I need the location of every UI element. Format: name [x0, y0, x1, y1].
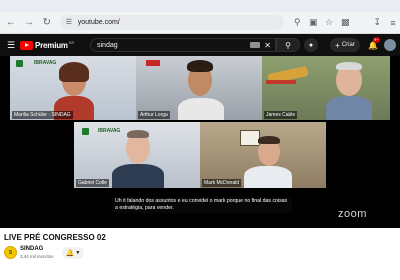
downloads-icon[interactable]: ↧	[370, 16, 384, 30]
clear-search-icon[interactable]: ✕	[264, 41, 271, 50]
channel-name[interactable]: SINDAG	[20, 246, 43, 252]
org-logo-text: IBRAVAG	[98, 128, 121, 134]
forward-icon[interactable]: →	[22, 16, 36, 30]
participant-hair	[187, 60, 213, 72]
participant-name-tag: Marilia Schüler - SINDAG	[12, 111, 73, 119]
hamburger-menu-icon[interactable]: ☰	[4, 40, 18, 51]
microphone-icon: ●	[308, 41, 314, 49]
back-icon[interactable]: ←	[4, 16, 18, 30]
create-button[interactable]: + Criar	[330, 38, 360, 52]
notifications-button[interactable]: 🔔 9+	[366, 37, 380, 52]
plus-icon: +	[335, 40, 340, 50]
participant-tile: Mark McDonald	[200, 122, 326, 188]
participant-hair	[127, 130, 149, 138]
chevron-down-icon: ▼	[75, 250, 81, 256]
voice-search-button[interactable]: ●	[304, 38, 318, 52]
account-avatar[interactable]	[384, 39, 396, 51]
participant-hair	[336, 62, 362, 70]
bookmark-star-icon[interactable]: ☆	[322, 16, 336, 30]
search-button[interactable]: ⚲	[276, 38, 300, 52]
cast-icon[interactable]: ▣	[306, 16, 320, 30]
participant-name-tag: James Cable	[264, 111, 298, 119]
site-info-icon[interactable]: ☰	[66, 19, 74, 27]
video-title: LIVE PRÉ CONGRESSO 02	[4, 233, 106, 242]
participant-body	[178, 98, 224, 120]
tab-search-icon[interactable]: ≡	[386, 16, 400, 30]
participant-tile: Arthur Lorga	[136, 56, 262, 120]
participant-name-tag: Gabriel Colle	[76, 179, 109, 187]
browser-toolbar: ← → ↻ ☰ youtube.com/ ⚲ ▣ ☆ ▩ ↧ ≡	[0, 12, 400, 34]
participant-body	[326, 96, 372, 120]
notification-preferences-button[interactable]: 🔔 ▼	[62, 247, 84, 259]
search-icon: ⚲	[285, 40, 291, 50]
participant-name-tag: Mark McDonald	[202, 179, 242, 187]
reload-icon[interactable]: ↻	[40, 16, 54, 30]
sindag-logo-icon	[16, 60, 23, 67]
keyboard-icon[interactable]	[250, 42, 261, 48]
youtube-play-icon	[20, 40, 33, 50]
org-logo-text: IBRAVAG	[34, 60, 57, 66]
youtube-logo[interactable]: Premium BR	[20, 40, 75, 50]
participant-tile: James Cable	[262, 56, 390, 120]
search-page-icon[interactable]: ⚲	[290, 16, 304, 30]
participant-body	[244, 166, 292, 188]
address-bar[interactable]: ☰ youtube.com/	[59, 15, 285, 30]
sindag-logo-icon	[82, 128, 89, 135]
video-player[interactable]: IBRAVAG Marilia Schüler - SINDAG Arthur …	[0, 56, 400, 228]
zoom-watermark: zoom	[338, 208, 367, 220]
channel-avatar[interactable]: S	[4, 246, 17, 259]
youtube-header: ☰ Premium BR sindag ✕ ⚲ ● + Criar 🔔 9+	[0, 34, 400, 56]
channel-avatar-text: S	[8, 249, 13, 256]
search-box[interactable]: sindag ✕	[90, 38, 276, 52]
live-caption: Uh it falando dos assuntos e eu convidei…	[112, 197, 292, 213]
participant-hair	[258, 136, 280, 144]
sign-decoration	[146, 60, 160, 66]
participant-body	[112, 164, 164, 188]
participant-hair	[59, 62, 89, 82]
below-video-area	[0, 264, 400, 280]
notifications-badge: 9+	[373, 37, 380, 43]
browser-tab-strip	[0, 0, 400, 12]
extensions-icon[interactable]: ▩	[338, 16, 352, 30]
search-input[interactable]: sindag	[97, 42, 250, 49]
create-label: Criar	[341, 42, 355, 48]
wall-frame	[240, 130, 260, 146]
youtube-region-label: BR	[68, 40, 75, 45]
participant-tile: IBRAVAG Gabriel Colle	[74, 122, 200, 188]
participant-name-tag: Arthur Lorga	[138, 111, 170, 119]
youtube-brand-label: Premium	[35, 40, 68, 50]
bell-icon: 🔔	[65, 250, 75, 257]
channel-subscriber-count: 3,44 mil inscritos	[20, 254, 54, 259]
address-bar-url: youtube.com/	[77, 19, 120, 26]
participant-tile: IBRAVAG Marilia Schüler - SINDAG	[10, 56, 136, 120]
poster-stripe	[266, 80, 296, 84]
